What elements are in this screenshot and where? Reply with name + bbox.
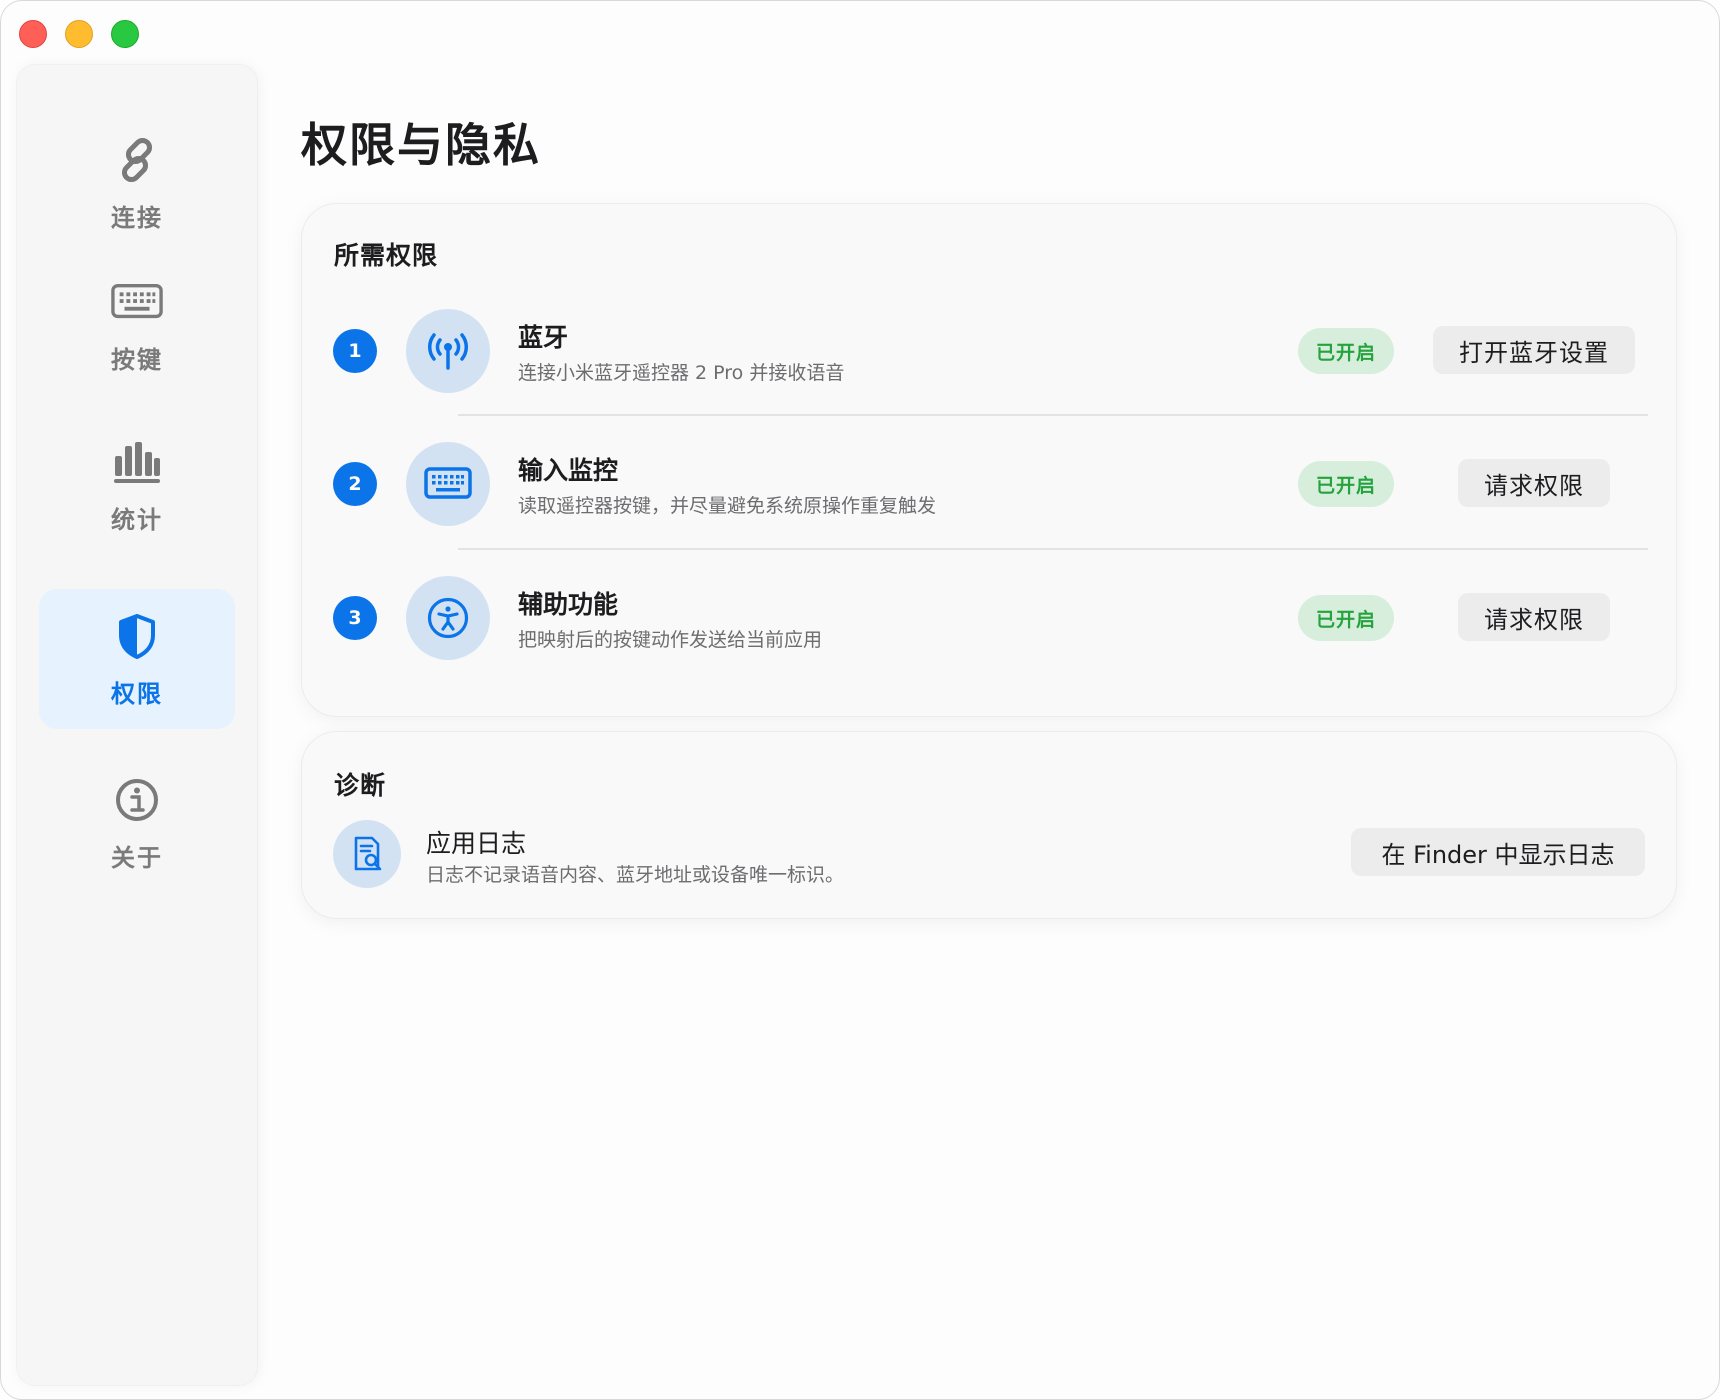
open-bluetooth-settings-button[interactable]: 打开蓝牙设置 (1433, 326, 1635, 374)
info-icon (111, 774, 163, 826)
section-title: 所需权限 (334, 241, 439, 270)
accessibility-icon (406, 576, 490, 660)
permission-title: 蓝牙 (518, 323, 569, 352)
shield-icon (111, 610, 163, 662)
sidebar-item-label: 统计 (111, 505, 163, 534)
permissions-card: 所需权限 1 蓝牙 连接小米蓝牙遥控器 2 Pro 并接收语音 已开启 打开蓝牙… (301, 203, 1677, 717)
antenna-icon (406, 309, 490, 393)
section-title: 诊断 (334, 771, 387, 800)
row-divider (458, 414, 1648, 416)
sidebar-item-stats[interactable]: 统计 (39, 415, 235, 555)
permission-row-accessibility: 3 辅助功能 把映射后的按键动作发送给当前应用 已开启 请求权限 (302, 551, 1678, 685)
keyboard-icon (111, 276, 163, 328)
permission-row-bluetooth: 1 蓝牙 连接小米蓝牙遥控器 2 Pro 并接收语音 已开启 打开蓝牙设置 (302, 284, 1678, 418)
status-badge: 已开启 (1298, 461, 1394, 507)
minimize-window-button[interactable] (65, 20, 93, 48)
show-log-in-finder-button[interactable]: 在 Finder 中显示日志 (1351, 828, 1645, 876)
step-badge: 3 (333, 596, 377, 640)
permission-description: 读取遥控器按键，并尽量避免系统原操作重复触发 (518, 495, 937, 517)
row-divider (458, 548, 1648, 550)
sidebar-item-label: 按键 (111, 345, 163, 374)
permission-description: 连接小米蓝牙遥控器 2 Pro 并接收语音 (518, 362, 845, 384)
sidebar-item-connect[interactable]: 连接 (39, 113, 235, 253)
status-badge: 已开启 (1298, 328, 1394, 374)
app-window: 连接 按键 统计 权限 关于 权限与隐私 所需权限 1 蓝牙 连接小米蓝牙遥控器… (0, 0, 1720, 1400)
document-search-icon (333, 820, 401, 888)
sidebar-item-keys[interactable]: 按键 (39, 255, 235, 395)
request-permission-button[interactable]: 请求权限 (1458, 459, 1610, 507)
log-description: 日志不记录语音内容、蓝牙地址或设备唯一标识。 (426, 864, 845, 886)
sidebar-item-label: 关于 (111, 843, 163, 872)
keyboard-icon (406, 442, 490, 526)
step-badge: 2 (333, 462, 377, 506)
close-window-button[interactable] (19, 20, 47, 48)
log-title: 应用日志 (426, 829, 527, 858)
permission-description: 把映射后的按键动作发送给当前应用 (518, 629, 823, 651)
page-title: 权限与隐私 (301, 118, 541, 172)
sidebar-item-permissions[interactable]: 权限 (39, 589, 235, 729)
link-icon (111, 134, 163, 186)
diagnostics-card: 诊断 应用日志 日志不记录语音内容、蓝牙地址或设备唯一标识。 在 Finder … (301, 731, 1677, 919)
sidebar-item-about[interactable]: 关于 (39, 753, 235, 893)
status-badge: 已开启 (1298, 595, 1394, 641)
permission-title: 辅助功能 (518, 590, 619, 619)
zoom-window-button[interactable] (111, 20, 139, 48)
sidebar-item-label: 连接 (111, 203, 163, 232)
chart-bar-icon (111, 436, 163, 488)
sidebar-item-label: 权限 (111, 679, 163, 708)
step-badge: 1 (333, 329, 377, 373)
request-permission-button[interactable]: 请求权限 (1458, 593, 1610, 641)
permission-title: 输入监控 (518, 456, 619, 485)
sidebar: 连接 按键 统计 权限 关于 (17, 65, 257, 1385)
permission-row-input-monitoring: 2 输入监控 读取遥控器按键，并尽量避免系统原操作重复触发 已开启 请求权限 (302, 417, 1678, 551)
